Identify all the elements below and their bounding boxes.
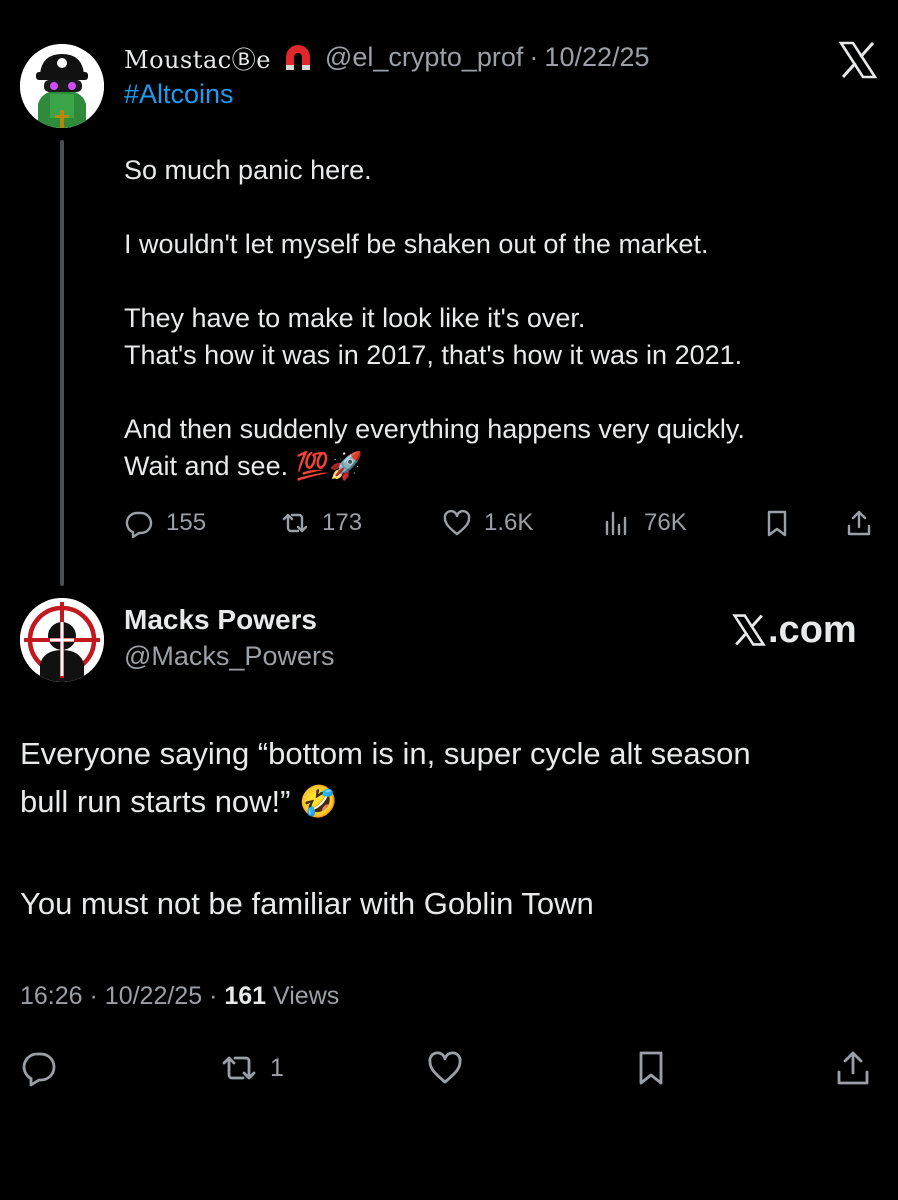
x-com-label: .com xyxy=(768,608,857,651)
share-icon xyxy=(837,1051,869,1085)
x-logo-icon xyxy=(732,614,766,646)
avatar-image xyxy=(20,598,104,682)
header-separator: · xyxy=(529,41,539,72)
quoted-author-handle[interactable]: @el_crypto_prof xyxy=(325,42,524,73)
reply-icon xyxy=(22,1052,56,1087)
thread-connector-line xyxy=(60,140,64,586)
quoted-text-line: That's how it was in 2017, that's how it… xyxy=(124,340,743,370)
views-label: Views xyxy=(273,982,340,1010)
repost-button[interactable]: 173 xyxy=(280,504,362,542)
main-post-body: Everyone saying “bottom is in, super cyc… xyxy=(20,730,880,928)
quoted-post-body: So much panic here. I wouldn't let mysel… xyxy=(124,152,884,485)
main-post-actions: 1 xyxy=(20,1048,880,1088)
reply-count: 155 xyxy=(166,509,207,536)
quoted-post-actions: 155 173 1.6K 76K xyxy=(124,504,880,542)
x-com-link[interactable]: .com xyxy=(732,606,857,654)
bookmark-icon xyxy=(639,1051,663,1085)
quoted-author-name[interactable]: MoustacⒷe xyxy=(124,40,271,75)
post-time[interactable]: 16:26 xyxy=(20,982,83,1010)
main-author-name[interactable]: Macks Powers xyxy=(124,604,317,636)
share-button[interactable] xyxy=(844,504,874,542)
like-count: 1.6K xyxy=(484,509,534,536)
bookmark-button[interactable] xyxy=(762,504,792,542)
views-count: 76K xyxy=(644,509,687,536)
quoted-text-line: I wouldn't let myself be shaken out of t… xyxy=(124,229,709,259)
repost-button[interactable]: 1 xyxy=(220,1048,284,1088)
like-button[interactable]: 1.6K xyxy=(442,504,533,542)
avatar-macks-powers[interactable] xyxy=(20,598,104,682)
repost-count: 1 xyxy=(270,1053,284,1082)
reply-button[interactable] xyxy=(20,1048,58,1088)
reply-button[interactable]: 155 xyxy=(124,504,206,542)
meta-separator: · xyxy=(89,982,98,1010)
quoted-post-date[interactable]: 10/22/25 xyxy=(544,42,649,73)
magnet-icon xyxy=(281,40,315,74)
main-author-handle[interactable]: @Macks_Powers xyxy=(124,641,334,672)
like-icon xyxy=(443,509,471,536)
like-icon xyxy=(428,1051,462,1084)
avatar-el-crypto-prof[interactable] xyxy=(20,44,104,128)
meta-separator: · xyxy=(209,982,218,1010)
bookmark-icon xyxy=(767,510,787,537)
post-meta: 16:26 · 10/22/25 · 161 Views xyxy=(20,982,339,1011)
reply-icon xyxy=(125,511,153,538)
views-icon xyxy=(605,511,627,536)
share-button[interactable] xyxy=(834,1048,872,1088)
main-text-line: Everyone saying “bottom is in, super cyc… xyxy=(20,736,751,771)
avatar-image xyxy=(20,44,104,128)
like-button[interactable] xyxy=(426,1048,464,1088)
bookmark-button[interactable] xyxy=(632,1048,670,1088)
main-text-line: You must not be familiar with Goblin Tow… xyxy=(20,886,594,921)
repost-icon xyxy=(222,1056,256,1080)
quoted-text-line: So much panic here. xyxy=(124,155,372,185)
views-button[interactable]: 76K xyxy=(602,504,687,542)
quoted-text-line: They have to make it look like it's over… xyxy=(124,303,586,333)
post-date[interactable]: 10/22/25 xyxy=(105,982,202,1010)
quoted-text-line: Wait and see. 💯🚀 xyxy=(124,451,363,481)
quoted-post-header: MoustacⒷe @el_crypto_prof · 10/22/25 xyxy=(124,40,650,74)
x-logo-icon[interactable] xyxy=(838,40,878,80)
repost-count: 173 xyxy=(322,509,363,536)
views-count: 161 xyxy=(224,982,267,1010)
quoted-text-line: And then suddenly everything happens ver… xyxy=(124,414,745,444)
hashtag-link[interactable]: #Altcoins xyxy=(124,79,234,110)
repost-icon xyxy=(282,513,308,533)
main-text-line: bull run starts now!” 🤣 xyxy=(20,784,338,819)
share-icon xyxy=(847,510,871,536)
